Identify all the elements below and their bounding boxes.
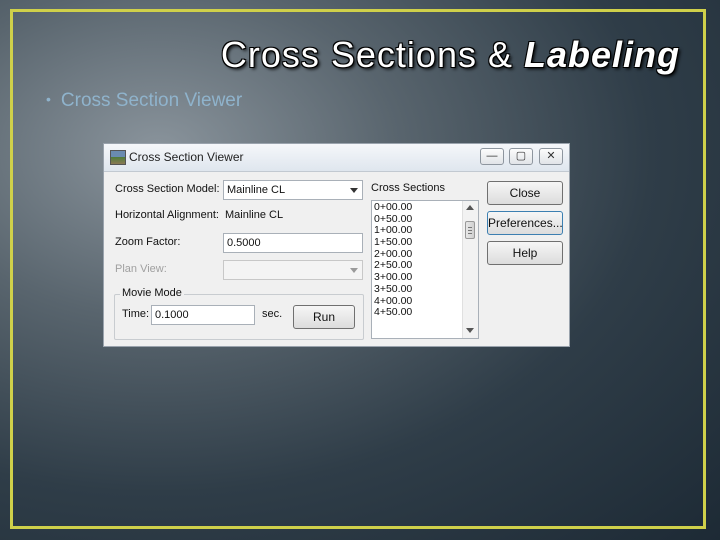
zoom-label: Zoom Factor: — [115, 236, 181, 248]
grip-line — [468, 233, 472, 234]
close-window-button[interactable]: ✕ — [539, 148, 563, 165]
slide-bullet: • Cross Section Viewer — [46, 90, 242, 112]
model-label: Cross Section Model: — [115, 183, 220, 195]
plan-view-dropdown[interactable] — [223, 260, 363, 280]
preferences-button[interactable]: Preferences... — [487, 211, 563, 235]
cross-section-viewer-window: Cross Section Viewer — ▢ ✕ Cross Section… — [103, 143, 570, 347]
minimize-button[interactable]: — — [480, 148, 504, 165]
model-dropdown[interactable]: Mainline CL — [223, 180, 363, 200]
scroll-down-arrow-icon[interactable] — [466, 328, 474, 333]
close-button[interactable]: Close — [487, 181, 563, 205]
scroll-thumb[interactable] — [465, 221, 475, 239]
grip-line — [468, 227, 472, 228]
alignment-value: Mainline CL — [225, 209, 284, 221]
slide-title-emphasis: Labeling — [523, 34, 680, 75]
model-value: Mainline CL — [227, 184, 286, 196]
bullet-marker: • — [46, 91, 51, 107]
movie-mode-title: Movie Mode — [120, 287, 184, 299]
window-titlebar[interactable]: Cross Section Viewer — ▢ ✕ — [104, 144, 569, 172]
plan-view-label: Plan View: — [115, 263, 167, 275]
time-label: Time: — [122, 308, 150, 320]
help-button[interactable]: Help — [487, 241, 563, 265]
run-button[interactable]: Run — [293, 305, 355, 329]
time-unit: sec. — [262, 308, 283, 320]
cross-sections-list[interactable]: 0+00.00 0+50.00 1+00.00 1+50.00 2+00.00 … — [371, 200, 479, 339]
window-title: Cross Section Viewer — [129, 150, 244, 164]
maximize-button[interactable]: ▢ — [509, 148, 533, 165]
scroll-up-arrow-icon[interactable] — [466, 205, 474, 210]
bullet-text: Cross Section Viewer — [60, 90, 243, 111]
zoom-factor-input[interactable]: 0.5000 — [223, 233, 363, 253]
grip-line — [468, 230, 472, 231]
cross-sections-label: Cross Sections — [371, 182, 445, 194]
app-landscape-icon — [110, 150, 126, 165]
slide-title: Cross Sections & Labeling — [0, 34, 680, 76]
alignment-label: Horizontal Alignment: — [115, 209, 219, 221]
list-scrollbar[interactable] — [462, 201, 478, 338]
time-input[interactable]: 0.1000 — [151, 305, 255, 325]
chevron-down-icon — [350, 188, 358, 193]
slide-title-prefix: Cross Sections & — [220, 34, 524, 75]
chevron-down-icon — [350, 268, 358, 273]
